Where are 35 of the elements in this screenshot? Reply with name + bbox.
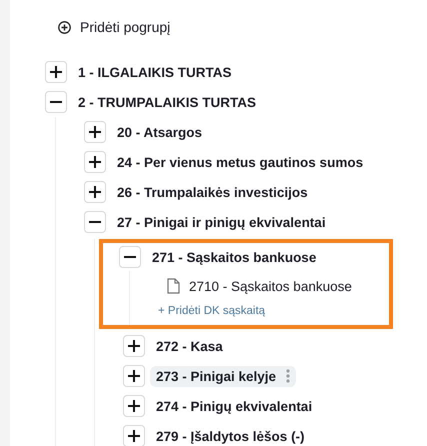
tree-item[interactable]: 26 - Trumpalaikės investicijos <box>117 182 314 202</box>
plus-circle-icon <box>58 20 71 34</box>
add-account-link[interactable]: + Pridėti DK sąskaitą <box>158 301 266 325</box>
plus-icon <box>89 186 101 198</box>
expand-button[interactable] <box>123 425 145 446</box>
tree-item[interactable]: 20 - Atsargos <box>117 122 208 142</box>
plus-icon <box>128 340 140 352</box>
tree-item[interactable]: 274 - Pinigų ekvivalentai <box>156 396 318 416</box>
expand-button[interactable] <box>123 395 145 417</box>
tree-item[interactable]: 1 - ILGALAIKIS TURTAS <box>78 62 238 82</box>
plus-icon <box>50 66 62 78</box>
expand-button[interactable] <box>84 121 106 143</box>
expand-button[interactable] <box>84 151 106 173</box>
add-subgroup-button[interactable]: Pridėti pogrupį <box>58 16 170 38</box>
tree-item[interactable]: 279 - Įšaldytos lėšos (-) <box>156 426 311 446</box>
plus-icon <box>89 156 101 168</box>
tree-item[interactable]: 271 - Sąskaitos bankuose <box>152 246 322 268</box>
collapse-button[interactable] <box>119 246 141 268</box>
tree-item[interactable]: 273 - Pinigai kelyje <box>150 366 296 386</box>
plus-icon <box>128 400 140 412</box>
expand-button[interactable] <box>84 181 106 203</box>
expand-button[interactable] <box>45 61 67 83</box>
collapse-button[interactable] <box>84 211 106 233</box>
expand-button[interactable] <box>123 335 145 357</box>
tree-item[interactable]: 24 - Per vienus metus gautinos sumos <box>117 152 370 172</box>
plus-icon <box>128 430 140 442</box>
document-icon <box>167 278 180 294</box>
plus-icon <box>89 126 101 138</box>
tree-item[interactable]: 2 - TRUMPALAIKIS TURTAS <box>78 92 262 112</box>
tree-item[interactable]: 272 - Kasa <box>156 336 229 356</box>
account-item[interactable]: 2710 - Sąskaitos bankuose <box>189 278 352 294</box>
tree-item[interactable]: 27 - Pinigai ir pinigų ekvivalentai <box>117 212 332 232</box>
plus-icon <box>128 370 140 382</box>
collapse-button[interactable] <box>45 91 67 113</box>
expand-button[interactable] <box>123 365 145 387</box>
